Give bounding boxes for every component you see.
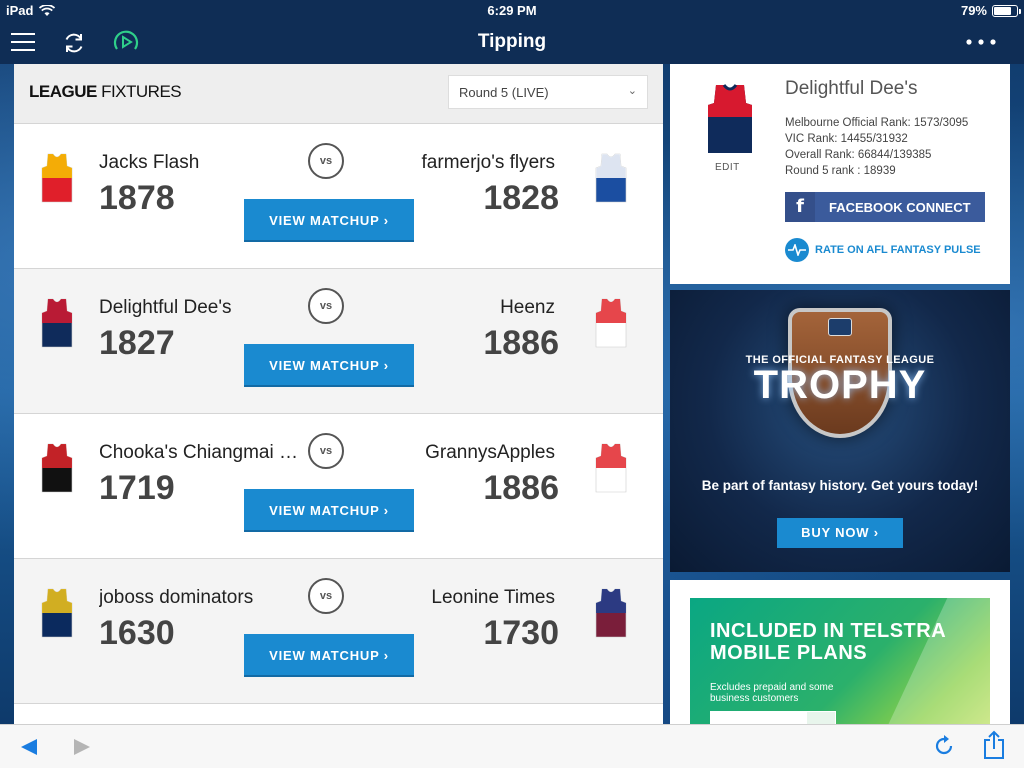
fixtures-header: LEAGUE FIXTURES Round 5 (LIVE) ⌄: [14, 64, 663, 124]
vs-badge: vs: [308, 288, 344, 324]
clock: 6:29 PM: [487, 3, 537, 18]
fixture-row: Chooka's Chiangmai Sa... 1719 vs VIEW MA…: [14, 414, 663, 559]
team-jersey-icon: [595, 153, 627, 203]
vs-badge: vs: [308, 578, 344, 614]
view-matchup-button[interactable]: VIEW MATCHUP ›: [244, 344, 414, 387]
team-jersey-icon: [41, 153, 73, 203]
round-select[interactable]: Round 5 (LIVE) ⌄: [448, 75, 648, 109]
edit-link[interactable]: EDIT: [715, 162, 740, 173]
rank-line: Overall Rank: 66844/139385: [785, 149, 932, 161]
telstra-ad-panel: INCLUDED IN TELSTRA MOBILE PLANS Exclude…: [690, 598, 990, 724]
chevron-down-icon: ⌄: [627, 85, 637, 97]
team-jersey-icon: [41, 588, 73, 638]
home-team-name: Jacks Flash: [99, 152, 200, 173]
trophy-ad-tagline: Be part of fantasy history. Get yours to…: [701, 478, 979, 493]
home-team-score: 1827: [99, 324, 175, 362]
trophy-ad-banner[interactable]: THE OFFICIAL FANTASY LEAGUE TROPHY Be pa…: [670, 290, 1010, 572]
app-header: Tipping: [0, 22, 1024, 64]
home-team-name: Delightful Dee's: [99, 297, 232, 318]
share-icon[interactable]: [983, 730, 1005, 760]
reload-icon[interactable]: [932, 734, 956, 758]
chevron-right-icon[interactable]: [806, 711, 836, 724]
fixture-row: Jacks Flash 1878 vs VIEW MATCHUP › farme…: [14, 124, 663, 269]
home-team-score: 1878: [99, 179, 175, 217]
team-jersey-icon: [595, 588, 627, 638]
team-jersey-icon: [595, 298, 627, 348]
facebook-connect-label: FACEBOOK CONNECT: [829, 200, 971, 215]
view-matchup-button[interactable]: VIEW MATCHUP ›: [244, 199, 414, 242]
ranks-list: Melbourne Official Rank: 1573/3095 VIC R…: [785, 115, 968, 179]
browser-toolbar: [0, 724, 1024, 768]
view-matchup-button[interactable]: VIEW MATCHUP ›: [244, 489, 414, 532]
telstra-ad-banner[interactable]: INCLUDED IN TELSTRA MOBILE PLANS Exclude…: [670, 580, 1010, 724]
telstra-ad-input[interactable]: [710, 711, 806, 724]
profile-card: EDIT Delightful Dee's Melbourne Official…: [670, 64, 1010, 284]
forward-arrow-icon[interactable]: [73, 738, 91, 756]
away-team-name: GrannysApples: [425, 442, 555, 463]
away-team-name: Leonine Times: [431, 587, 555, 608]
afl-badge-icon: [828, 318, 852, 336]
more-icon[interactable]: [966, 39, 996, 45]
profile-team-name: Delightful Dee's: [785, 78, 918, 99]
team-jersey-icon: [595, 443, 627, 493]
battery-percent: 79%: [960, 3, 987, 18]
fixtures-title: LEAGUE FIXTURES: [29, 82, 182, 101]
buy-now-button[interactable]: BUY NOW ›: [777, 518, 903, 548]
vs-badge: vs: [308, 433, 344, 469]
rank-line: VIC Rank: 14455/31932: [785, 133, 908, 145]
away-team-score: 1828: [483, 179, 559, 217]
league-fixtures-panel: LEAGUE FIXTURES Round 5 (LIVE) ⌄ Jacks F…: [14, 64, 663, 724]
facebook-icon: f: [785, 192, 815, 222]
pulse-icon: [785, 238, 809, 262]
home-team-score: 1719: [99, 469, 175, 507]
home-team-name: joboss dominators: [99, 587, 254, 608]
trophy-ad-headline: TROPHY: [753, 363, 927, 407]
matches-list: Jacks Flash 1878 vs VIEW MATCHUP › farme…: [14, 124, 663, 704]
rank-line: Melbourne Official Rank: 1573/3095: [785, 117, 969, 129]
back-arrow-icon[interactable]: [20, 738, 38, 756]
fixture-row: Delightful Dee's 1827 vs VIEW MATCHUP › …: [14, 269, 663, 414]
fixture-row: joboss dominators 1630 vs VIEW MATCHUP ›…: [14, 559, 663, 704]
battery-icon: [992, 4, 1021, 17]
away-team-score: 1886: [483, 469, 559, 507]
facebook-connect-button[interactable]: f FACEBOOK CONNECT: [785, 192, 985, 222]
telstra-ad-subtext: Excludes prepaid and some business custo…: [710, 682, 834, 704]
team-jersey-icon[interactable]: [704, 83, 756, 155]
status-bar: iPad 6:29 PM 79%: [0, 0, 1024, 22]
rate-pulse-link[interactable]: RATE ON AFL FANTASY PULSE: [785, 238, 981, 262]
view-matchup-button[interactable]: VIEW MATCHUP ›: [244, 634, 414, 677]
away-team-name: Heenz: [500, 297, 555, 318]
home-team-name: Chooka's Chiangmai Sa...: [99, 442, 309, 463]
away-team-score: 1886: [483, 324, 559, 362]
rate-pulse-label: RATE ON AFL FANTASY PULSE: [815, 244, 981, 256]
rank-line: Round 5 rank : 18939: [785, 165, 896, 177]
telstra-ad-headline: INCLUDED IN TELSTRA MOBILE PLANS: [710, 620, 947, 664]
home-team-score: 1630: [99, 614, 175, 652]
away-team-score: 1730: [483, 614, 559, 652]
team-jersey-icon: [41, 298, 73, 348]
vs-badge: vs: [308, 143, 344, 179]
team-jersey-icon: [41, 443, 73, 493]
away-team-name: farmerjo's flyers: [421, 152, 555, 173]
page-title: Tipping: [477, 31, 547, 52]
round-select-value: Round 5 (LIVE): [459, 85, 549, 100]
